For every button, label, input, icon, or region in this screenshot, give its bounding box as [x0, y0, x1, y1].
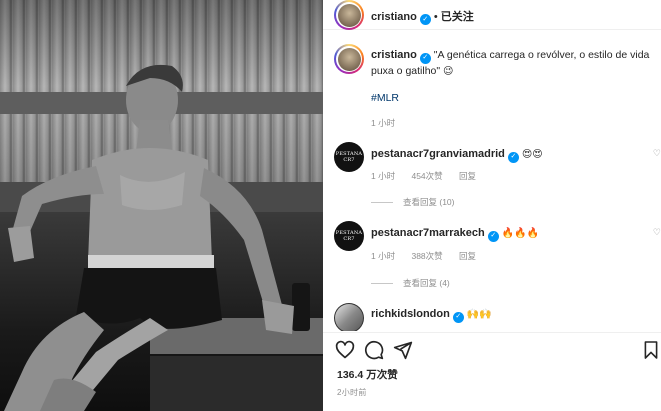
bookmark-icon[interactable] [643, 340, 659, 360]
caption-emoji: 😉 [443, 65, 454, 77]
comments-scroll-area[interactable]: cristiano ✓ "A genética carrega o revólve… [323, 31, 661, 331]
comment: pestanacr7granviamadrid ✓ 😍😍 [371, 147, 543, 163]
comment-text: 😍😍 [521, 149, 543, 160]
comment-icon[interactable] [364, 340, 384, 360]
comment-avatar[interactable]: PESTANA CR7 [334, 142, 364, 172]
post-header: cristiano ✓ • 已关注 [323, 0, 661, 30]
comment-username[interactable]: richkidslondon [371, 308, 450, 320]
verified-badge-icon: ✓ [419, 13, 431, 25]
caption: cristiano ✓ "A genética carrega o revólve… [371, 48, 653, 79]
comment-meta: 1 小时 454次赞 回复 [371, 170, 490, 182]
comment-avatar[interactable] [334, 303, 364, 331]
comment-meta: 1 小时 388次赞 回复 [371, 250, 490, 262]
author-avatar[interactable] [334, 0, 364, 30]
post-timestamp: 2小时前 [337, 388, 367, 397]
comment: pestanacr7marrakech ✓ 🔥🔥🔥 [371, 226, 539, 242]
author-username[interactable]: cristiano [371, 11, 417, 23]
likes-count[interactable]: 136.4 万次赞 [337, 367, 398, 382]
comment-like-heart-icon[interactable]: ♡ [653, 227, 661, 238]
verified-badge-icon: ✓ [452, 311, 464, 323]
comment-likes[interactable]: 388次赞 [411, 251, 442, 261]
verified-badge-icon: ✓ [507, 151, 519, 163]
post-side-panel: cristiano ✓ • 已关注 cristiano ✓ "A genética ca… [323, 0, 661, 411]
following-button[interactable]: 已关注 [441, 11, 474, 23]
caption-username[interactable]: cristiano [371, 49, 417, 61]
comment-likes[interactable]: 454次赞 [411, 171, 442, 181]
avatar-logo-text: PESTANA CR7 [335, 151, 363, 163]
post-photo[interactable] [0, 0, 323, 411]
comment-text: 🔥🔥🔥 [501, 228, 540, 239]
heart-icon[interactable] [335, 340, 355, 360]
comment-username[interactable]: pestanacr7granviamadrid [371, 148, 505, 160]
verified-badge-icon: ✓ [419, 52, 431, 64]
reply-button[interactable]: 回复 [459, 251, 476, 261]
comment-username[interactable]: pestanacr7marrakech [371, 227, 485, 239]
caption-hashtag[interactable]: #MLR [371, 92, 399, 104]
comment-avatar[interactable]: PESTANA CR7 [334, 221, 364, 251]
caption-author-avatar[interactable] [334, 44, 364, 74]
comment: richkidslondon ✓ 🙌🙌 [371, 307, 492, 323]
verified-badge-icon: ✓ [487, 230, 499, 242]
view-replies-button[interactable]: 查看回复 (4) [371, 277, 450, 289]
comment-text: 🙌🙌 [466, 309, 492, 320]
share-icon[interactable] [393, 340, 413, 360]
post-actions-bar [323, 332, 661, 366]
view-replies-button[interactable]: 查看回复 (10) [371, 196, 454, 208]
reply-button[interactable]: 回复 [459, 171, 476, 181]
photo-figure [4, 64, 294, 411]
comment-time: 1 小时 [371, 251, 396, 261]
comment-time: 1 小时 [371, 171, 396, 181]
header-separator: • [433, 11, 438, 23]
avatar-logo-text: PESTANA CR7 [335, 230, 363, 242]
comment-like-heart-icon[interactable]: ♡ [653, 148, 661, 159]
caption-time: 1 小时 [371, 118, 396, 128]
